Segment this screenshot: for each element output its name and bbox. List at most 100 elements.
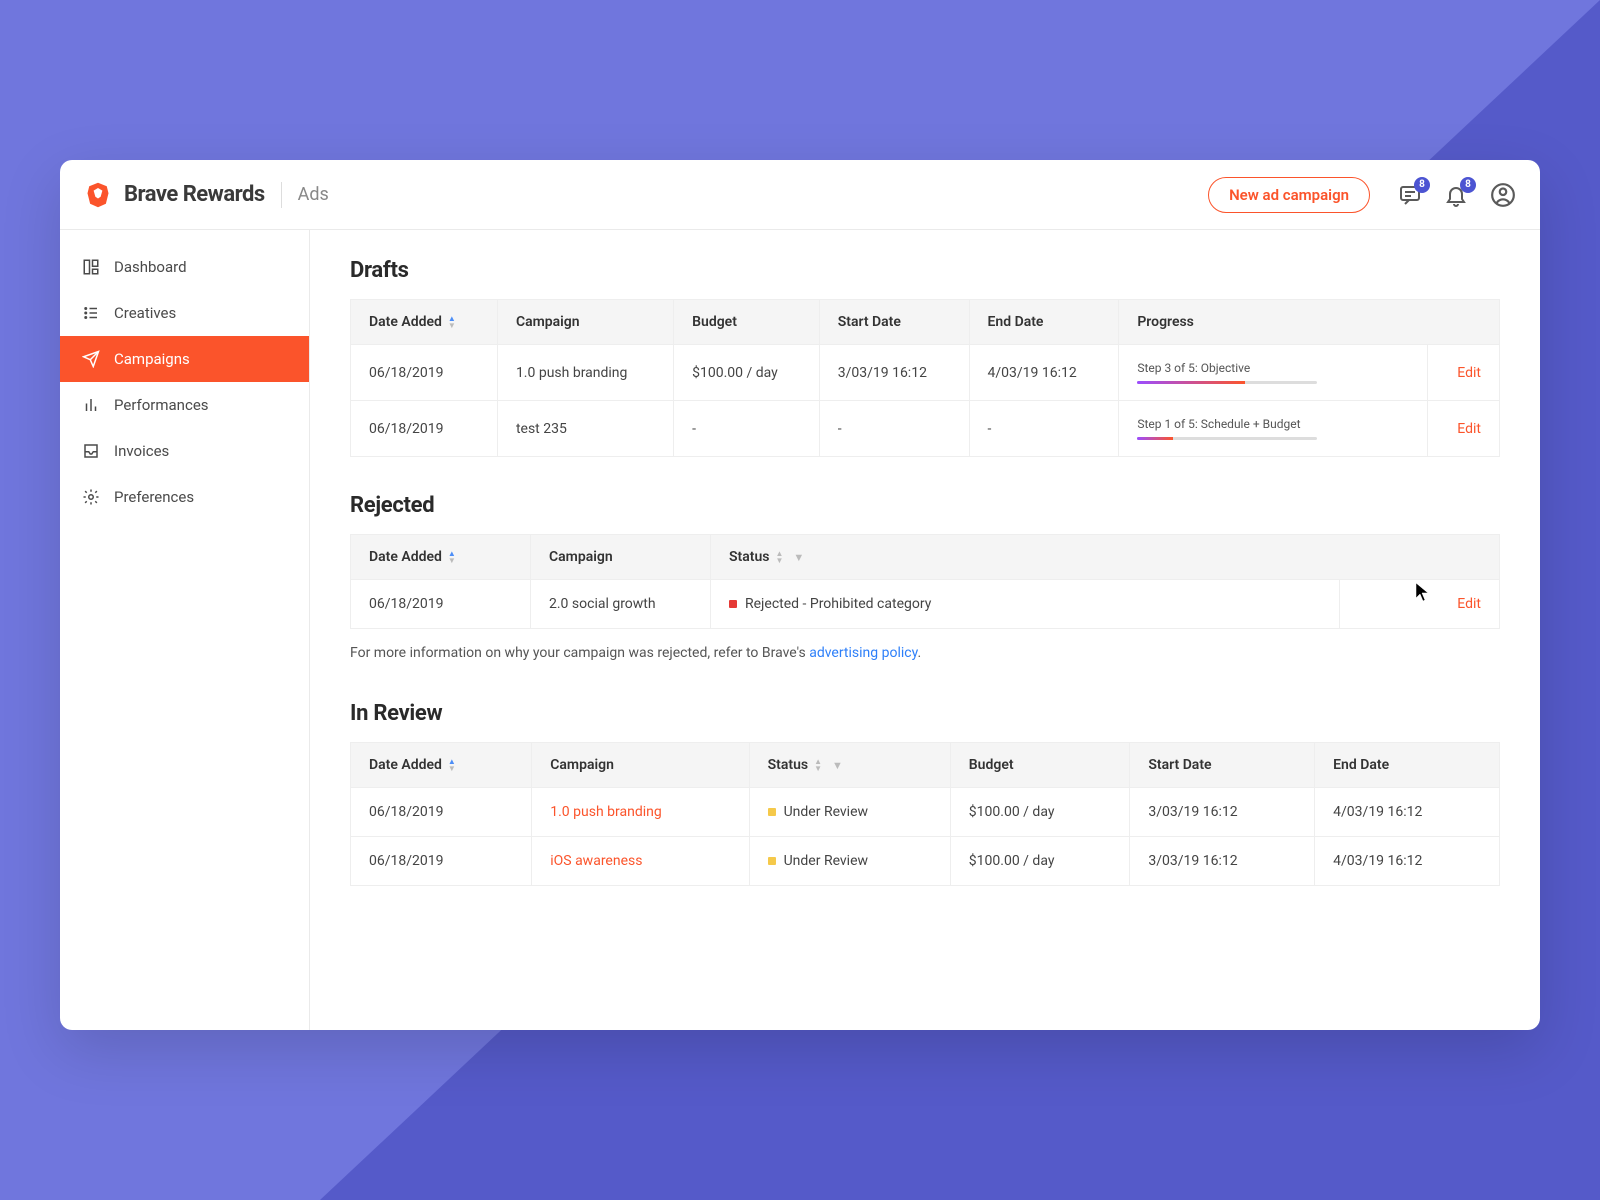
sidebar-item-campaigns[interactable]: Campaigns: [60, 336, 309, 382]
cell-edit: Edit: [1340, 580, 1500, 629]
sidebar-item-invoices[interactable]: Invoices: [60, 428, 309, 474]
divider: [281, 182, 282, 208]
sidebar-item-dashboard[interactable]: Dashboard: [60, 244, 309, 290]
sort-icon: ▲▼: [448, 315, 456, 329]
status-dot-review-icon: [768, 857, 776, 865]
sort-icon: ▲▼: [448, 550, 456, 564]
brand-section: Ads: [298, 184, 329, 205]
sort-icon: ▲▼: [814, 758, 822, 772]
rejected-hint: For more information on why your campaig…: [350, 645, 1500, 661]
brave-lion-icon: [84, 181, 112, 209]
campaign-link[interactable]: 1.0 push branding: [550, 804, 661, 820]
cell-progress: Step 1 of 5: Schedule + Budget: [1119, 401, 1428, 457]
col-budget[interactable]: Budget: [674, 300, 820, 345]
cell-end: 4/03/19 16:12: [1315, 837, 1500, 886]
col-progress[interactable]: Progress: [1119, 300, 1500, 345]
cell-date: 06/18/2019: [351, 401, 498, 457]
col-campaign[interactable]: Campaign: [532, 743, 749, 788]
progress-track: [1137, 381, 1317, 384]
cell-status: Under Review: [749, 788, 950, 837]
cell-edit: Edit: [1427, 401, 1499, 457]
sidebar-item-label: Dashboard: [114, 258, 187, 276]
cell-status: Under Review: [749, 837, 950, 886]
campaign-link[interactable]: iOS awareness: [550, 853, 642, 869]
edit-link[interactable]: Edit: [1457, 596, 1481, 612]
table-row: 06/18/2019 1.0 push branding Under Revie…: [351, 788, 1500, 837]
cell-start: -: [819, 401, 969, 457]
app-window: Brave Rewards Ads New ad campaign 8 8 Da…: [60, 160, 1540, 1030]
drafts-table: Date Added▲▼ Campaign Budget Start Date …: [350, 299, 1500, 457]
col-end[interactable]: End Date: [969, 300, 1119, 345]
col-campaign[interactable]: Campaign: [497, 300, 673, 345]
main-content: Drafts Date Added▲▼ Campaign Budget Star…: [310, 230, 1540, 1030]
topbar: Brave Rewards Ads New ad campaign 8 8: [60, 160, 1540, 230]
sidebar-item-label: Creatives: [114, 304, 176, 322]
table-row: 06/18/2019 iOS awareness Under Review $1…: [351, 837, 1500, 886]
inreview-title: In Review: [350, 701, 1500, 726]
advertising-policy-link[interactable]: advertising policy: [809, 645, 917, 661]
sort-icon: ▲▼: [448, 758, 456, 772]
col-start[interactable]: Start Date: [819, 300, 969, 345]
cell-budget: $100.00 / day: [674, 345, 820, 401]
cell-budget: $100.00 / day: [950, 788, 1130, 837]
table-row: 06/18/2019 1.0 push branding $100.00 / d…: [351, 345, 1500, 401]
col-status[interactable]: Status▲▼▼: [749, 743, 950, 788]
notifications-button[interactable]: 8: [1444, 183, 1468, 207]
rejected-table: Date Added▲▼ Campaign Status▲▼▼ 06/18/20…: [350, 534, 1500, 629]
progress-track: [1137, 437, 1317, 440]
cell-date: 06/18/2019: [351, 788, 532, 837]
sidebar-item-performances[interactable]: Performances: [60, 382, 309, 428]
rejected-title: Rejected: [350, 493, 1500, 518]
status-dot-review-icon: [768, 808, 776, 816]
cell-start: 3/03/19 16:12: [1130, 788, 1315, 837]
sidebar-item-label: Performances: [114, 396, 209, 414]
gear-icon: [82, 488, 100, 506]
cell-end: 4/03/19 16:12: [1315, 788, 1500, 837]
filter-icon[interactable]: ▼: [793, 551, 804, 564]
sidebar-item-preferences[interactable]: Preferences: [60, 474, 309, 520]
cell-status: Rejected - Prohibited category: [711, 580, 1340, 629]
bar-chart-icon: [82, 396, 100, 414]
sidebar-item-label: Invoices: [114, 442, 169, 460]
edit-link[interactable]: Edit: [1457, 365, 1481, 381]
inreview-table: Date Added▲▼ Campaign Status▲▼▼ Budget S…: [350, 742, 1500, 886]
drafts-title: Drafts: [350, 258, 1500, 283]
user-circle-icon: [1490, 182, 1516, 208]
col-campaign[interactable]: Campaign: [531, 535, 711, 580]
col-status[interactable]: Status▲▼▼: [711, 535, 1500, 580]
cell-campaign: 1.0 push branding: [532, 788, 749, 837]
edit-link[interactable]: Edit: [1457, 421, 1481, 437]
table-row: 06/18/2019 test 235 - - - Step 1 of 5: S…: [351, 401, 1500, 457]
sort-icon: ▲▼: [775, 550, 783, 564]
profile-button[interactable]: [1490, 182, 1516, 208]
cell-progress: Step 3 of 5: Objective: [1119, 345, 1428, 401]
col-end[interactable]: End Date: [1315, 743, 1500, 788]
col-date-added[interactable]: Date Added▲▼: [351, 535, 531, 580]
cell-date: 06/18/2019: [351, 345, 498, 401]
list-icon: [82, 304, 100, 322]
status-dot-rejected-icon: [729, 600, 737, 608]
sidebar: Dashboard Creatives Campaigns Performanc…: [60, 230, 310, 1030]
messages-button[interactable]: 8: [1398, 183, 1422, 207]
cell-campaign: test 235: [497, 401, 673, 457]
new-ad-campaign-button[interactable]: New ad campaign: [1208, 177, 1370, 213]
cell-budget: $100.00 / day: [950, 837, 1130, 886]
cell-end: -: [969, 401, 1119, 457]
sidebar-item-creatives[interactable]: Creatives: [60, 290, 309, 336]
col-budget[interactable]: Budget: [950, 743, 1130, 788]
cell-edit: Edit: [1427, 345, 1499, 401]
cell-budget: -: [674, 401, 820, 457]
table-row: 06/18/2019 2.0 social growth Rejected - …: [351, 580, 1500, 629]
sidebar-item-label: Preferences: [114, 488, 194, 506]
col-date-added[interactable]: Date Added▲▼: [351, 300, 498, 345]
col-start[interactable]: Start Date: [1130, 743, 1315, 788]
cell-campaign: iOS awareness: [532, 837, 749, 886]
inbox-icon: [82, 442, 100, 460]
brand: Brave Rewards: [84, 181, 265, 209]
col-date-added[interactable]: Date Added▲▼: [351, 743, 532, 788]
cell-start: 3/03/19 16:12: [1130, 837, 1315, 886]
brand-title: Brave Rewards: [124, 182, 265, 207]
filter-icon[interactable]: ▼: [832, 759, 843, 772]
progress-label: Step 1 of 5: Schedule + Budget: [1137, 417, 1409, 431]
sidebar-item-label: Campaigns: [114, 350, 190, 368]
